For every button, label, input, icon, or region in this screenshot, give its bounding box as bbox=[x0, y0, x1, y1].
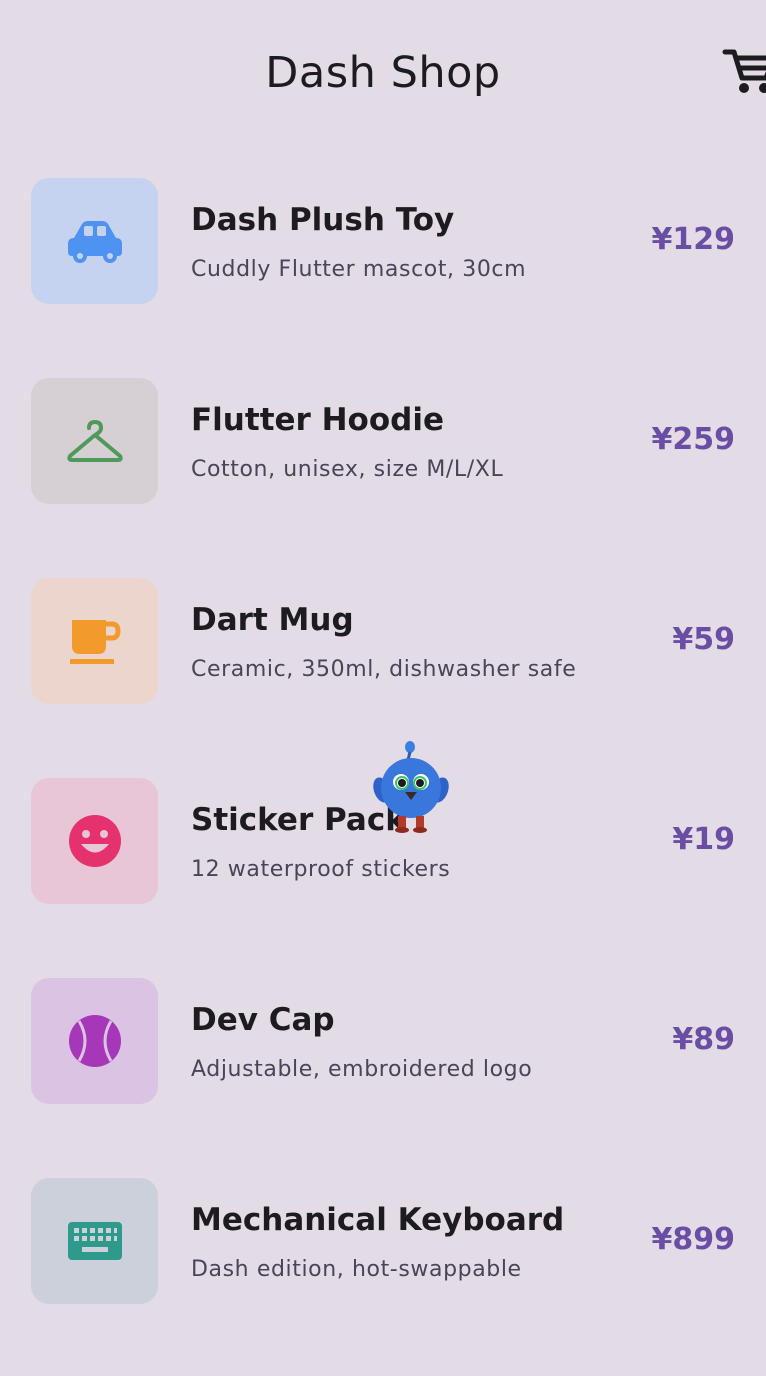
product-description: Cotton, unisex, size M/L/XL bbox=[191, 457, 504, 482]
shopping-cart-icon bbox=[722, 49, 766, 93]
tennis-ball-icon bbox=[68, 1015, 121, 1067]
keyboard-icon bbox=[67, 1222, 122, 1260]
product-name: Mechanical Keyboard bbox=[191, 1202, 565, 1238]
product-price: ¥899 bbox=[651, 1222, 736, 1257]
product-price: ¥259 bbox=[651, 422, 736, 457]
product-description: Adjustable, embroidered logo bbox=[191, 1057, 533, 1082]
product-thumbnail bbox=[31, 578, 158, 704]
product-price: ¥89 bbox=[672, 1022, 735, 1057]
product-thumbnail bbox=[31, 1178, 158, 1304]
smiley-icon bbox=[68, 815, 121, 867]
app-bar: Dash Shop bbox=[0, 0, 766, 146]
product-name: Dev Cap bbox=[191, 1002, 335, 1038]
list-item[interactable]: Mechanical Keyboard Dash edition, hot-sw… bbox=[0, 1140, 766, 1340]
product-thumbnail bbox=[31, 178, 158, 304]
product-price: ¥129 bbox=[651, 222, 736, 257]
product-name: Flutter Hoodie bbox=[191, 402, 444, 438]
list-item[interactable]: Flutter Hoodie Cotton, unisex, size M/L/… bbox=[0, 340, 766, 540]
product-thumbnail bbox=[31, 978, 158, 1104]
product-price: ¥19 bbox=[672, 822, 735, 857]
dash-mascot bbox=[372, 740, 450, 834]
list-item[interactable]: Dev Cap Adjustable, embroidered logo ¥89 bbox=[0, 940, 766, 1140]
product-description: Cuddly Flutter mascot, 30cm bbox=[191, 257, 527, 282]
product-name: Dash Plush Toy bbox=[191, 202, 455, 238]
cart-button[interactable] bbox=[722, 46, 766, 98]
product-description: Dash edition, hot-swappable bbox=[191, 1257, 522, 1282]
list-item[interactable]: Dash Plush Toy Cuddly Flutter mascot, 30… bbox=[0, 140, 766, 340]
product-name: Dart Mug bbox=[191, 602, 354, 638]
hanger-icon bbox=[66, 420, 123, 462]
product-thumbnail bbox=[31, 778, 158, 904]
product-price: ¥59 bbox=[672, 622, 735, 657]
product-description: 12 waterproof stickers bbox=[191, 857, 451, 882]
product-thumbnail bbox=[31, 378, 158, 504]
dash-mascot-icon bbox=[373, 741, 449, 833]
page-title: Dash Shop bbox=[265, 48, 501, 98]
list-item[interactable]: Dart Mug Ceramic, 350ml, dishwasher safe… bbox=[0, 540, 766, 740]
toy-car-icon bbox=[67, 221, 122, 263]
product-description: Ceramic, 350ml, dishwasher safe bbox=[191, 657, 577, 682]
mug-icon bbox=[69, 620, 121, 664]
